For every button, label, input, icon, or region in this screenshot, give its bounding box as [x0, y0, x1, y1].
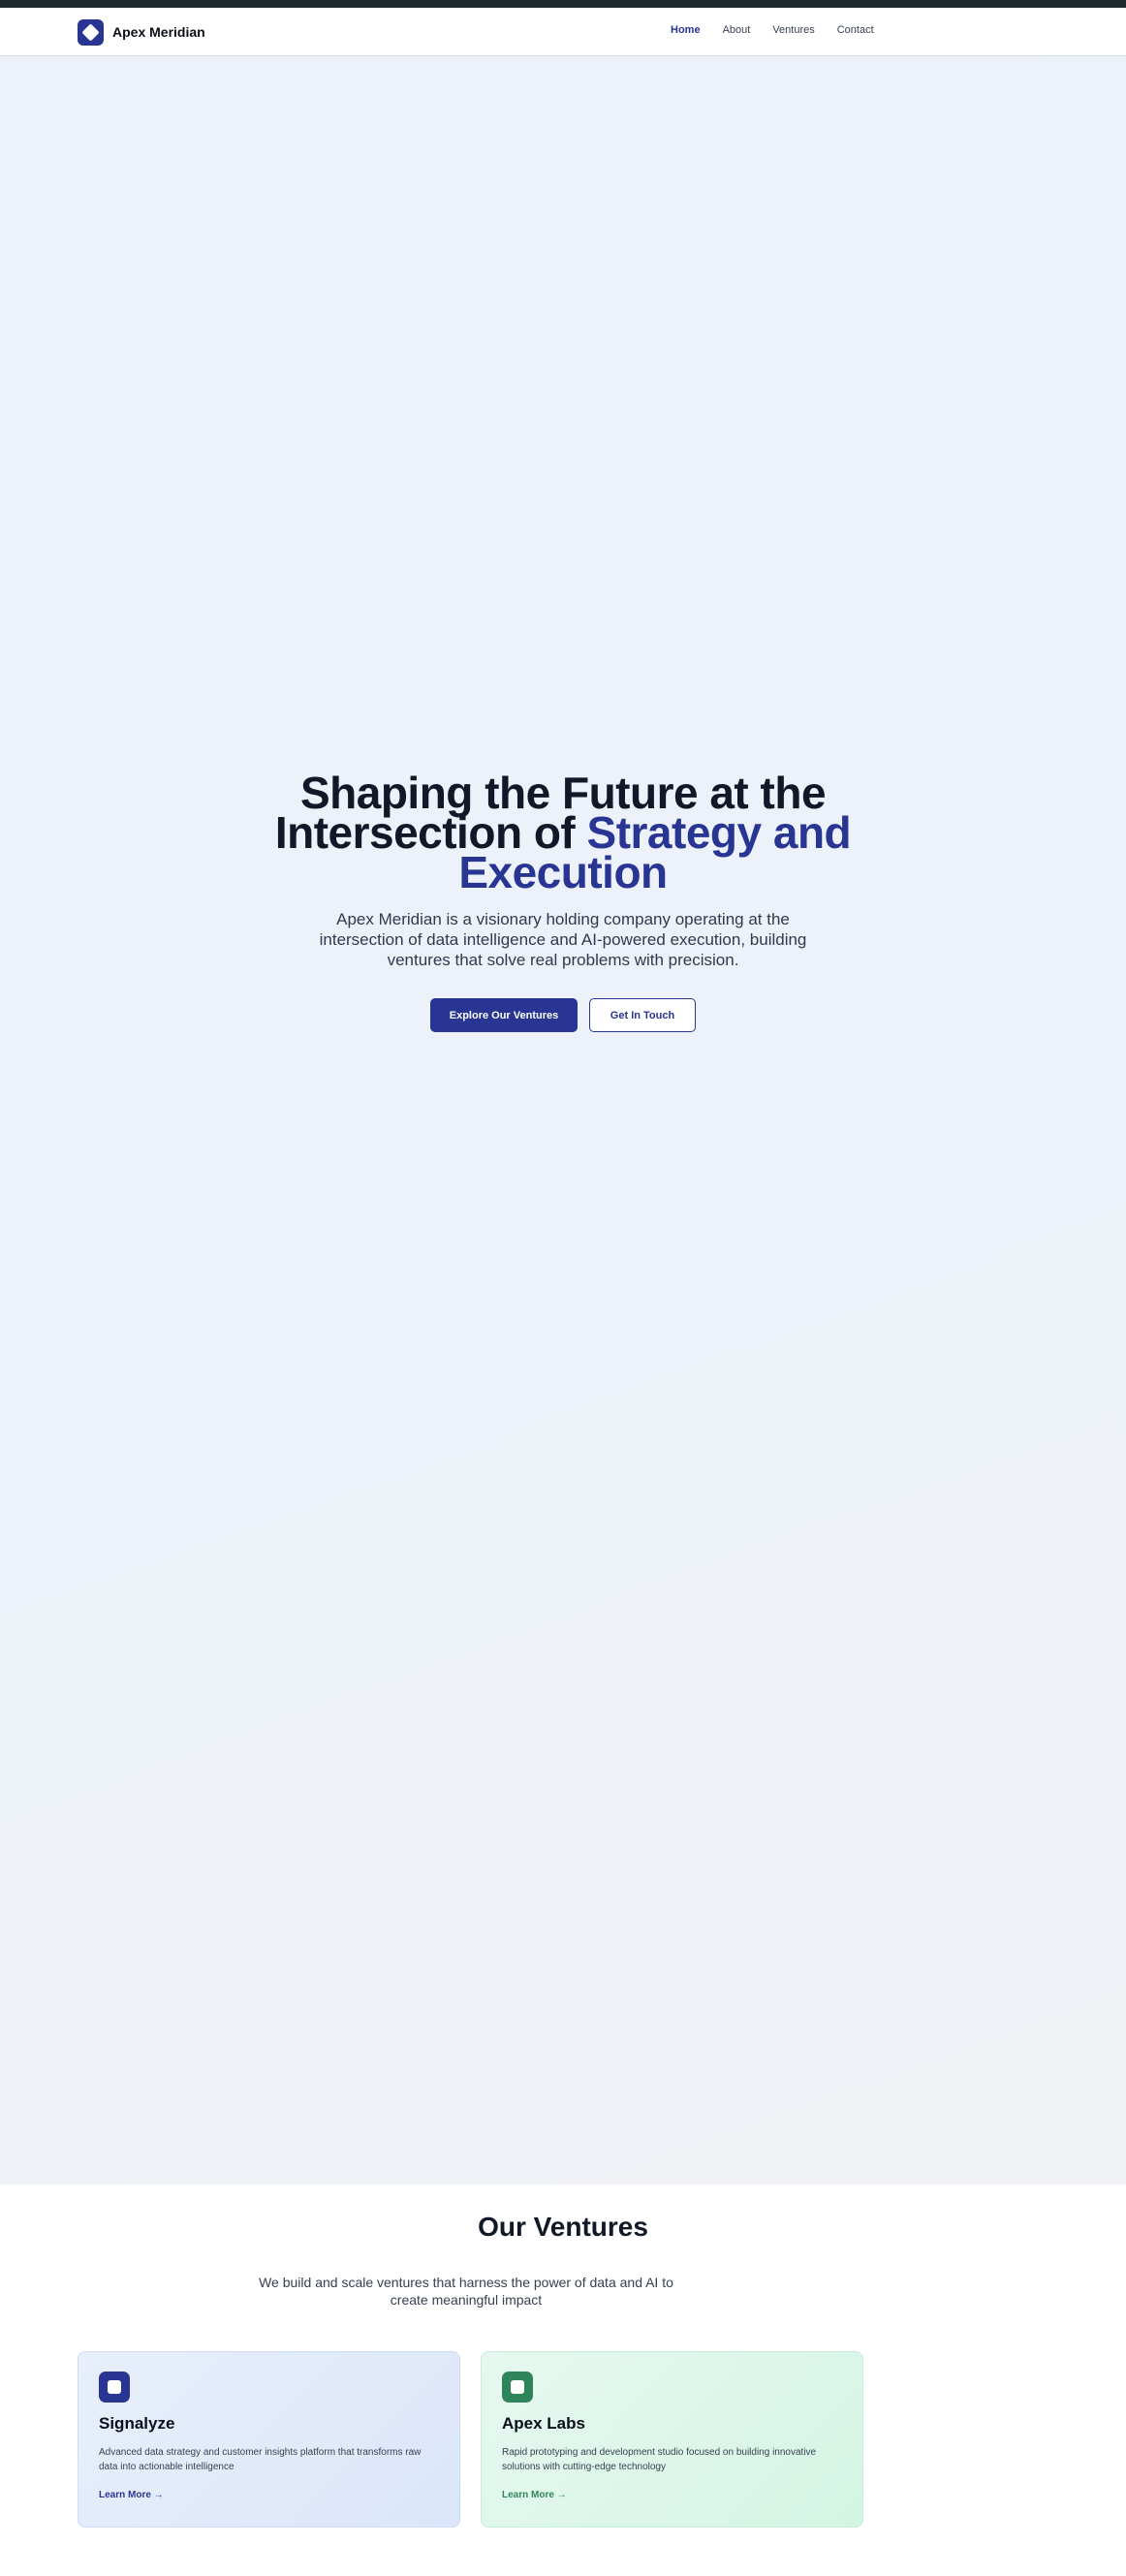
square-icon — [502, 2372, 533, 2403]
explore-ventures-button[interactable]: Explore Our Ventures — [430, 998, 578, 1032]
top-strip — [0, 0, 1126, 8]
brand-name: Apex Meridian — [112, 24, 205, 40]
square-icon — [99, 2372, 130, 2403]
venture-card-title: Apex Labs — [502, 2414, 585, 2433]
venture-card-description: Rapid prototyping and development studio… — [502, 2447, 817, 2472]
nav-link-contact[interactable]: Contact — [837, 24, 874, 36]
square-icon-inner — [108, 2380, 121, 2394]
hero-content: Shaping the Future at the Intersection o… — [0, 770, 1126, 1032]
ventures-title: Our Ventures — [478, 2212, 648, 2242]
nav-link-about[interactable]: About — [723, 24, 751, 36]
hero-section: Shaping the Future at the Intersection o… — [0, 56, 1126, 2184]
venture-card-title: Signalyze — [99, 2414, 175, 2433]
hero-subtitle: Apex Meridian is a visionary holding com… — [319, 910, 807, 969]
ventures-section: Our Ventures We build and scale ventures… — [0, 2184, 1126, 2576]
nav-links: Home About Ventures Contact — [671, 24, 896, 36]
logo-diamond-shape — [81, 22, 100, 42]
navbar: Apex Meridian Home About Ventures Contac… — [0, 8, 1126, 56]
venture-card-signalyze[interactable]: Signalyze Advanced data strategy and cus… — [78, 2351, 460, 2528]
get-in-touch-button[interactable]: Get In Touch — [589, 998, 696, 1032]
learn-more-link[interactable]: Learn More → — [99, 2490, 164, 2500]
nav-link-home[interactable]: Home — [671, 24, 701, 36]
venture-card-apex-labs[interactable]: Apex Labs Rapid prototyping and developm… — [481, 2351, 863, 2528]
diamond-logo-icon — [78, 18, 104, 46]
nav-link-ventures[interactable]: Ventures — [772, 24, 814, 36]
square-icon-inner — [511, 2380, 524, 2394]
ventures-subtitle: We build and scale ventures that harness… — [259, 2275, 673, 2308]
hero-buttons: Explore Our Ventures Get In Touch — [0, 998, 1126, 1032]
hero-title: Shaping the Future at the Intersection o… — [272, 770, 854, 895]
venture-card-description: Advanced data strategy and customer insi… — [99, 2447, 422, 2472]
brand[interactable]: Apex Meridian — [78, 18, 205, 46]
learn-more-link[interactable]: Learn More → — [502, 2490, 567, 2500]
